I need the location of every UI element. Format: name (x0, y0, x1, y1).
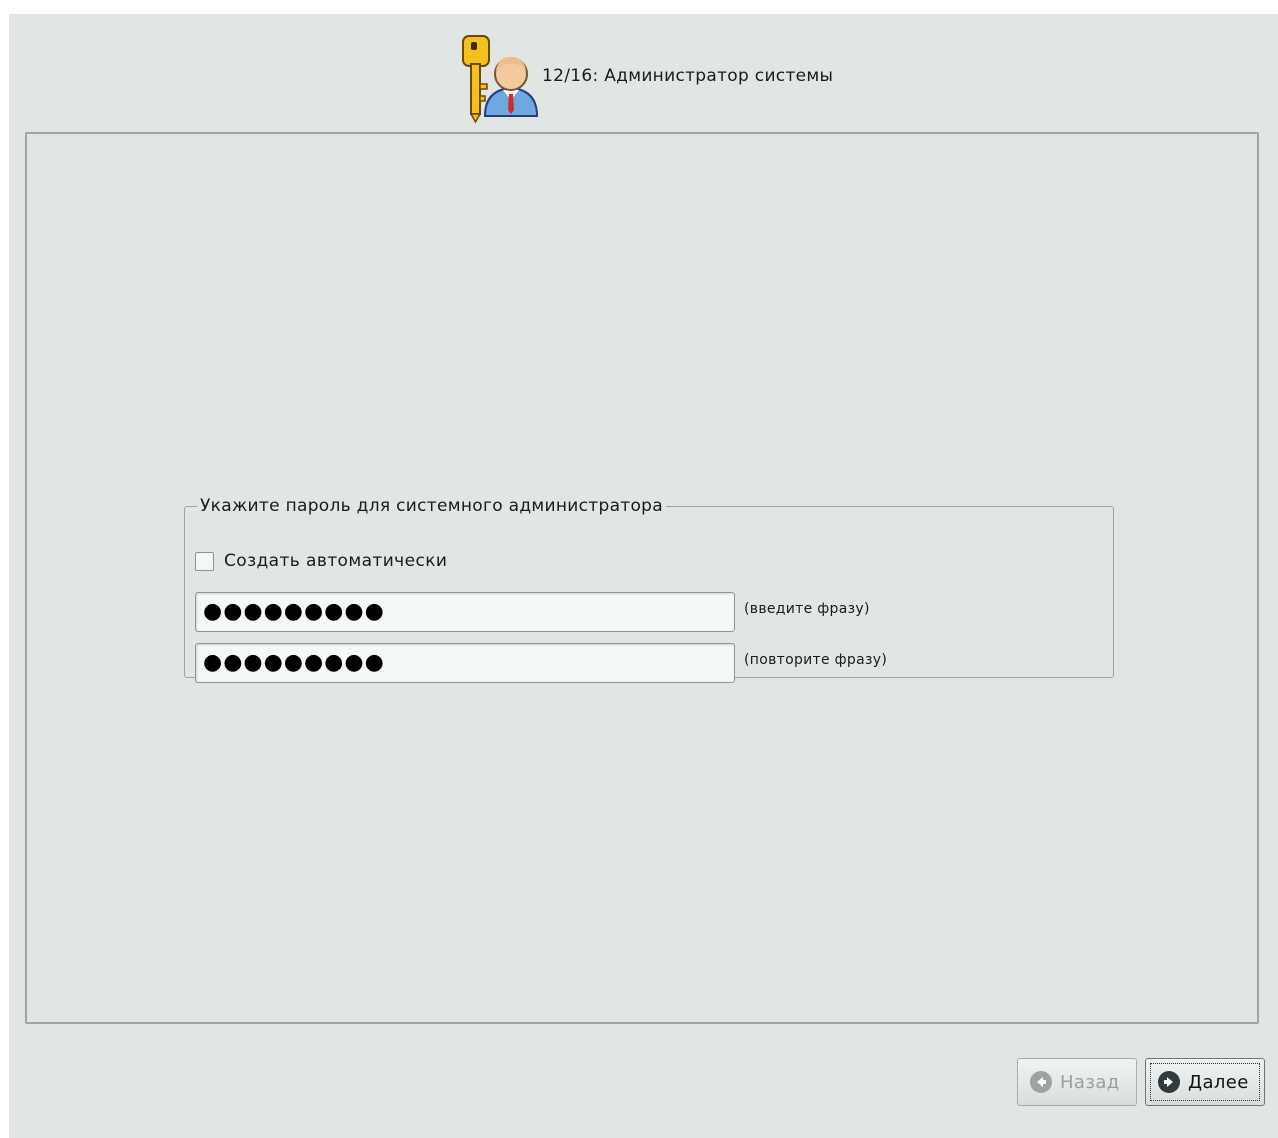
password-input[interactable]: ●●●●●●●●● (195, 592, 735, 632)
password-row: ●●●●●●●●● (введите фразу) (195, 592, 870, 632)
auto-generate-checkbox[interactable] (195, 551, 214, 571)
installer-window: 12/16: Администратор системы Укажите пар… (9, 14, 1278, 1138)
next-label: Далее (1188, 1071, 1249, 1093)
key-user-icon (462, 35, 539, 124)
arrow-right-icon (1158, 1071, 1180, 1093)
confirm-password-input[interactable]: ●●●●●●●●● (195, 643, 735, 683)
step-title: 12/16: Администратор системы (542, 66, 834, 86)
password-hint: (введите фразу) (744, 601, 870, 617)
content-panel: Укажите пароль для системного администра… (25, 132, 1259, 1024)
admin-password-group: Укажите пароль для системного администра… (184, 496, 1114, 683)
confirm-row: ●●●●●●●●● (повторите фразу) (195, 643, 887, 683)
step-header: 12/16: Администратор системы (9, 14, 1278, 132)
next-button[interactable]: Далее (1145, 1058, 1265, 1106)
auto-generate-row[interactable]: Создать автоматически (195, 549, 447, 573)
arrow-left-icon (1030, 1071, 1052, 1093)
back-button[interactable]: Назад (1017, 1058, 1137, 1106)
back-label: Назад (1060, 1071, 1120, 1093)
confirm-hint: (повторите фразу) (744, 652, 888, 668)
auto-generate-label[interactable]: Создать автоматически (224, 551, 447, 571)
group-legend: Укажите пароль для системного администра… (200, 496, 663, 516)
